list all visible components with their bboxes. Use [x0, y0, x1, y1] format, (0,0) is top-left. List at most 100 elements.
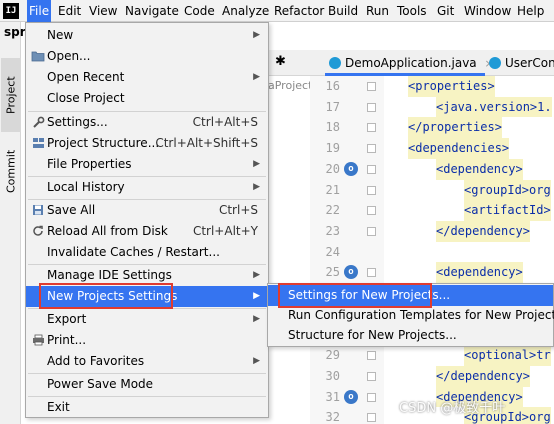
- tab-label: UserContr: [505, 56, 554, 70]
- menu-item-add-to-favorites[interactable]: Add to Favorites ▶: [26, 351, 268, 372]
- menu-item-save-all[interactable]: Save All Ctrl+S: [26, 200, 268, 221]
- menu-item-close-project[interactable]: Close Project: [26, 88, 268, 109]
- line-number: 25: [325, 265, 340, 280]
- line-number: 21: [325, 182, 340, 197]
- menu-item-power-save-mode[interactable]: Power Save Mode: [26, 374, 268, 395]
- maven-dependency-icon[interactable]: o: [344, 161, 358, 176]
- code-line: 18 </properties>: [300, 117, 554, 139]
- menu-item-local-history[interactable]: Local History ▶: [26, 177, 268, 198]
- menu-tools[interactable]: Tools: [395, 0, 429, 22]
- annotation-highlight-box: [39, 283, 173, 309]
- fold-marker-icon[interactable]: [367, 82, 376, 91]
- chevron-right-icon: ▶: [253, 72, 260, 82]
- line-number: 16: [325, 79, 340, 93]
- line-number: 24: [325, 244, 340, 259]
- project-tool-tab[interactable]: Project: [1, 58, 21, 132]
- submenu-item-structure-for-new-projects[interactable]: Structure for New Projects...: [268, 325, 553, 346]
- chevron-right-icon: ▶: [253, 182, 260, 192]
- menu-help[interactable]: Help: [515, 0, 546, 22]
- menu-window[interactable]: Window: [462, 0, 513, 22]
- menu-run[interactable]: Run: [364, 0, 391, 22]
- chevron-right-icon: ▶: [253, 291, 260, 301]
- menu-item-print[interactable]: Print...: [26, 330, 268, 351]
- save-icon: [31, 204, 45, 217]
- menu-analyze[interactable]: Analyze: [220, 0, 271, 22]
- code-text: <properties>: [408, 76, 495, 97]
- fold-marker-icon[interactable]: [367, 164, 376, 174]
- tab-usercontroller[interactable]: UserContr: [485, 50, 554, 76]
- fold-marker-icon[interactable]: [367, 268, 376, 278]
- code-line: 21 <groupId>org: [300, 179, 554, 201]
- maven-dependency-icon[interactable]: o: [344, 389, 358, 404]
- project-name: spr: [4, 25, 26, 39]
- menu-item-project-structure[interactable]: Project Structure... Ctrl+Alt+Shift+S: [26, 133, 268, 154]
- chevron-right-icon: ▶: [253, 159, 260, 169]
- reload-icon: [31, 225, 45, 238]
- menu-item-new[interactable]: New ▶: [26, 25, 268, 46]
- tool-window-strip: Project Commit: [0, 22, 21, 424]
- code-line: 25 o <dependency>: [300, 262, 554, 283]
- code-text: <dependency>: [436, 262, 523, 283]
- fold-marker-icon[interactable]: [367, 351, 376, 361]
- maven-dependency-icon[interactable]: o: [344, 265, 358, 280]
- code-text: <artifactId>: [464, 200, 551, 221]
- fold-marker-icon[interactable]: [367, 144, 376, 154]
- fold-marker-icon[interactable]: [367, 102, 376, 112]
- shortcut-label: Ctrl+Alt+Y: [192, 224, 258, 238]
- menu-item-invalidate-caches[interactable]: Invalidate Caches / Restart...: [26, 242, 268, 263]
- code-line: 24: [300, 242, 554, 263]
- code-line: 23 </dependency>: [300, 220, 554, 242]
- annotation-highlight-box: [278, 283, 432, 308]
- line-number: 29: [325, 348, 340, 363]
- tab-label: DemoApplication.java: [345, 56, 477, 70]
- line-number: 17: [325, 99, 340, 114]
- fold-marker-icon[interactable]: [367, 371, 376, 381]
- fold-marker-icon[interactable]: [367, 123, 376, 133]
- menu-navigate[interactable]: Navigate: [123, 0, 181, 22]
- menu-item-open-recent[interactable]: Open Recent ▶: [26, 67, 268, 88]
- chevron-right-icon: ▶: [253, 30, 260, 40]
- menu-refactor[interactable]: Refactor: [272, 0, 326, 22]
- code-text: <java.version>1.: [436, 96, 552, 118]
- shortcut-label: Ctrl+S: [218, 203, 258, 217]
- menu-item-file-properties[interactable]: File Properties ▶: [26, 154, 268, 175]
- project-tool-label: Project: [4, 76, 18, 114]
- menu-item-export[interactable]: Export ▶: [26, 309, 268, 330]
- submenu-item-run-configuration-templates[interactable]: Run Configuration Templates for New Proj…: [268, 305, 554, 326]
- wrench-icon: [31, 116, 45, 129]
- watermark: CSDN @极致千叶: [399, 401, 506, 416]
- code-line: 30 </dependency>: [300, 365, 554, 387]
- fold-marker-icon[interactable]: [367, 185, 376, 195]
- menu-item-open[interactable]: Open...: [26, 46, 268, 67]
- menu-code[interactable]: Code: [182, 0, 217, 22]
- fold-marker-icon[interactable]: [367, 392, 376, 402]
- menu-git[interactable]: Git: [435, 0, 456, 22]
- chevron-right-icon: ▶: [253, 270, 260, 280]
- menu-edit[interactable]: Edit: [56, 0, 83, 22]
- file-menu-dropdown: New ▶ Open... Open Recent ▶ Close Projec…: [25, 22, 269, 418]
- shortcut-label: Ctrl+Alt+Shift+S: [155, 136, 258, 150]
- line-number: 22: [325, 203, 340, 218]
- chevron-right-icon: ▶: [253, 314, 260, 324]
- menu-item-exit[interactable]: Exit: [26, 397, 268, 418]
- line-number: 23: [325, 223, 340, 238]
- menu-item-settings[interactable]: Settings... Ctrl+Alt+S: [26, 112, 268, 133]
- code-text: <dependencies>: [408, 138, 510, 159]
- line-number: 19: [325, 141, 340, 156]
- code-editor[interactable]: 16 <properties> 17 <java.version>1. 18 </prop…: [300, 76, 554, 424]
- menu-file[interactable]: File: [27, 0, 52, 22]
- tab-demoapplication[interactable]: DemoApplication.java ×: [325, 50, 494, 76]
- commit-tool-tab[interactable]: Commit: [1, 142, 21, 200]
- code-line: 17 <java.version>1.: [300, 96, 554, 118]
- code-text: <groupId>org: [464, 179, 551, 201]
- fold-marker-icon[interactable]: [367, 413, 376, 423]
- menu-item-reload-all[interactable]: Reload All from Disk Ctrl+Alt+Y: [26, 221, 268, 242]
- code-line: 16 <properties>: [300, 76, 554, 97]
- line-number: 18: [325, 120, 340, 135]
- menu-build[interactable]: Build: [326, 0, 360, 22]
- shortcut-label: Ctrl+Alt+S: [192, 115, 258, 129]
- fold-marker-icon[interactable]: [367, 226, 376, 236]
- fold-marker-icon[interactable]: [367, 206, 376, 216]
- gear-icon[interactable]: ✱: [275, 54, 286, 69]
- menu-view[interactable]: View: [87, 0, 119, 22]
